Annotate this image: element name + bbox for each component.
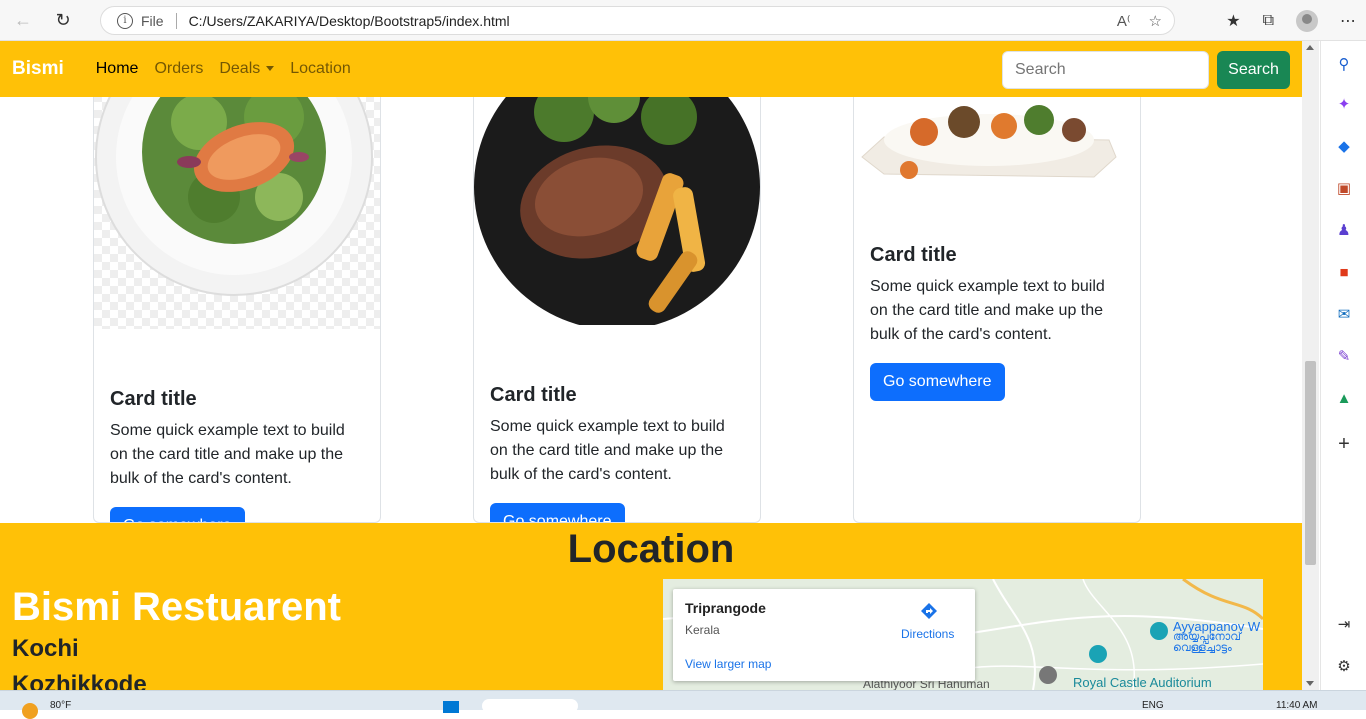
nav-orders[interactable]: Orders [146, 60, 211, 78]
chevron-down-icon [266, 66, 275, 72]
card-steak: Card title Some quick example text to bu… [473, 41, 761, 523]
navbar: Bismi Home Orders Deals Location Search [0, 41, 1302, 97]
more-menu-icon[interactable]: ⋯ [1340, 11, 1356, 31]
edge-sidebar: ⚲ ✦ ◆ ▣ ♟ ■ ✉ ✎ ▲ + ⇥ ⚙ [1320, 41, 1366, 690]
card-text: Some quick example text to build on the … [490, 418, 725, 483]
clock: 11:40 AM [1276, 700, 1318, 711]
nav-location[interactable]: Location [282, 60, 359, 78]
weather-temp: 80°F [50, 700, 72, 711]
restaurant-name: Bismi Restuarent [12, 585, 341, 629]
embedded-map[interactable]: Ayyappanov W അയ്യപ്പനോവ് വെള്ളച്ചാട്ടം A… [663, 579, 1263, 690]
directions-icon[interactable] [919, 601, 939, 621]
settings-gear-icon[interactable]: ⚙ [1333, 655, 1355, 677]
address-bar[interactable]: i File C:/Users/ZAKARIYA/Desktop/Bootstr… [100, 6, 1175, 35]
map-place-name: Triprangode [685, 600, 766, 616]
back-icon[interactable]: ← [6, 3, 40, 37]
file-label: File [141, 12, 164, 29]
url-text[interactable]: C:/Users/ZAKARIYA/Desktop/Bootstrap5/ind… [189, 13, 510, 29]
taskbar-search[interactable] [482, 699, 578, 713]
shopping-tag-icon[interactable]: ◆ [1333, 135, 1355, 157]
search-form: Search [1002, 51, 1290, 89]
go-somewhere-button[interactable]: Go somewhere [870, 363, 1005, 401]
designer-icon[interactable]: ✎ [1333, 345, 1355, 367]
map-info-card: Triprangode Kerala Directions View large… [673, 589, 975, 681]
page-viewport: Bismi Home Orders Deals Location Search [0, 41, 1302, 690]
windows-start-icon[interactable] [443, 701, 459, 713]
collections-icon[interactable]: ⧉ [1263, 12, 1274, 30]
location-section: Location Bismi Restuarent Kochi Kozhikko… [0, 523, 1302, 690]
outlook-icon[interactable]: ✉ [1333, 303, 1355, 325]
brand-logo[interactable]: Bismi [12, 58, 64, 80]
language-indicator: ENG [1142, 700, 1164, 711]
divider [175, 12, 177, 29]
card-title: Card title [870, 244, 957, 266]
map-label-malayalam-2: വെള്ളച്ചാട്ടം [1173, 642, 1232, 654]
card-rice: Card title Some quick example text to bu… [853, 41, 1141, 523]
card-text: Some quick example text to build on the … [110, 422, 345, 487]
scroll-up-icon[interactable] [1306, 45, 1314, 50]
weather-icon[interactable] [22, 703, 38, 719]
copilot-icon[interactable]: ✦ [1333, 93, 1355, 115]
city-kochi: Kochi [12, 635, 79, 662]
directions-link[interactable]: Directions [901, 627, 954, 641]
info-icon[interactable]: i [117, 12, 133, 29]
card-title: Card title [110, 388, 197, 410]
browser-toolbar: ← ↻ i File C:/Users/ZAKARIYA/Desktop/Boo… [0, 0, 1366, 41]
games-icon[interactable]: ♟ [1333, 219, 1355, 241]
favorites-icon[interactable]: ★ [1226, 11, 1240, 31]
office-icon[interactable]: ■ [1333, 261, 1355, 283]
refresh-icon[interactable]: ↻ [46, 3, 80, 37]
search-button[interactable]: Search [1217, 51, 1290, 89]
location-heading: Location [567, 527, 735, 571]
card-text: Some quick example text to build on the … [870, 278, 1105, 343]
page-scrollbar[interactable] [1302, 41, 1319, 690]
map-region: Kerala [685, 623, 720, 637]
search-input[interactable] [1002, 51, 1209, 89]
view-larger-map-link[interactable]: View larger map [685, 657, 771, 671]
tools-icon[interactable]: ▣ [1333, 177, 1355, 199]
go-somewhere-button[interactable]: Go somewhere [490, 503, 625, 522]
card-salmon: Card title Some quick example text to bu… [93, 41, 381, 523]
nav-home[interactable]: Home [88, 60, 147, 78]
add-icon[interactable]: + [1333, 433, 1355, 455]
scroll-down-icon[interactable] [1306, 681, 1314, 686]
nav-deals-dropdown[interactable]: Deals [211, 60, 282, 78]
card-title: Card title [490, 384, 577, 406]
go-somewhere-button[interactable]: Go somewhere [110, 507, 245, 522]
profile-avatar[interactable] [1296, 9, 1318, 32]
windows-taskbar: 80°F ENG 11:40 AM [0, 690, 1366, 719]
sidebar-collapse-icon[interactable]: ⇥ [1333, 613, 1355, 635]
read-aloud-icon[interactable]: A⁽ [1117, 12, 1131, 30]
nav-deals-label: Deals [219, 60, 261, 77]
scroll-thumb[interactable] [1305, 361, 1316, 565]
map-label-royal-castle: Royal Castle Auditorium [1073, 675, 1212, 690]
add-favorite-icon[interactable]: ☆ [1149, 12, 1162, 30]
city-kozhikkode: Kozhikkode [12, 671, 147, 690]
tree-icon[interactable]: ▲ [1333, 387, 1355, 409]
search-icon[interactable]: ⚲ [1333, 53, 1355, 75]
